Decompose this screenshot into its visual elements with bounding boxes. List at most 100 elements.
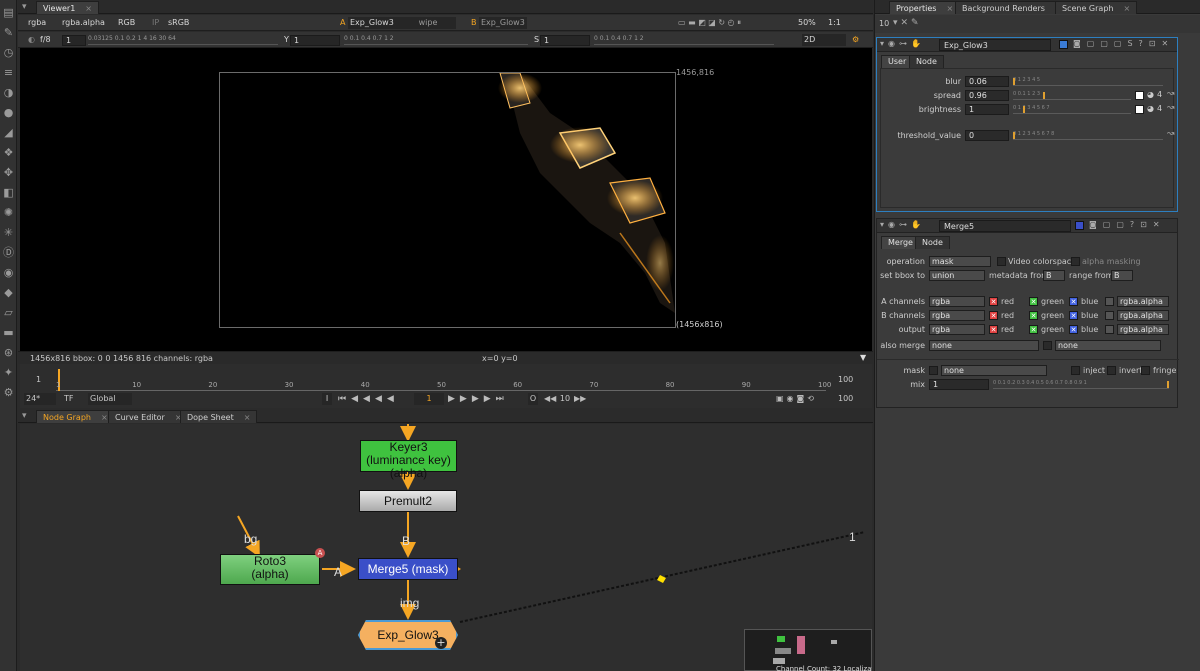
panel-header-right-icons[interactable]: ◙▢▢?⊡✕ bbox=[1089, 220, 1166, 229]
mask-dropdown[interactable]: none bbox=[941, 365, 1047, 376]
threshold-slider[interactable]: 0 1 2 3 4 5 6 7 8 bbox=[1013, 131, 1163, 140]
range-mode-dropdown[interactable]: Global bbox=[88, 393, 132, 405]
panel-header-icons[interactable]: ▾◉⊶✋ bbox=[880, 39, 925, 48]
ip-button[interactable]: IP bbox=[150, 17, 161, 29]
nodes-icon[interactable]: ✦ bbox=[2, 366, 15, 379]
tab-node-graph[interactable]: Node Graph × bbox=[36, 410, 115, 423]
tab-background-renders[interactable]: Background Renders× bbox=[955, 1, 1069, 14]
also-merge-dropdown[interactable]: none bbox=[929, 340, 1039, 351]
tab-properties[interactable]: Properties × bbox=[889, 1, 961, 14]
channel-icon[interactable]: ≡ bbox=[2, 66, 15, 79]
fringe-checkbox[interactable] bbox=[1141, 366, 1150, 375]
invert-checkbox[interactable] bbox=[1107, 366, 1116, 375]
color-wheel-icon[interactable]: ◕ bbox=[1147, 104, 1154, 113]
operation-dropdown[interactable]: mask bbox=[929, 256, 991, 267]
also-merge-checkbox[interactable] bbox=[1043, 341, 1052, 350]
tab-viewer1[interactable]: Viewer1 × bbox=[36, 1, 99, 14]
close-icon[interactable]: × bbox=[1123, 4, 1130, 13]
plus-icon[interactable]: + bbox=[435, 637, 447, 649]
set-bbox-dropdown[interactable]: union bbox=[929, 270, 985, 281]
step-field[interactable]: 10 bbox=[558, 393, 572, 405]
gain-field[interactable]: 1 bbox=[62, 35, 86, 46]
channel-alpha-checkbox[interactable] bbox=[1105, 311, 1114, 320]
channel-dropdown[interactable]: rgba bbox=[929, 324, 985, 335]
transport-back-buttons[interactable]: ⏮◀◀◀◀ bbox=[338, 393, 399, 405]
color-swatch[interactable] bbox=[1075, 221, 1084, 230]
menu-icon[interactable]: ▾ bbox=[22, 2, 27, 12]
metadata-dropdown[interactable]: B bbox=[1043, 270, 1065, 281]
alpha-channel-dropdown[interactable]: rgba.alpha bbox=[60, 17, 107, 29]
display-dropdown[interactable]: RGB bbox=[116, 17, 137, 29]
blur-field[interactable]: 0.06 bbox=[965, 76, 1009, 87]
keyer3-node[interactable]: Keyer3 (luminance key) (alpha) bbox=[360, 440, 457, 480]
tab-curve-editor[interactable]: Curve Editor × bbox=[108, 410, 189, 423]
channel-dropdown[interactable]: rgba bbox=[929, 296, 985, 307]
views-icon[interactable]: Ⓓ bbox=[2, 246, 15, 259]
current-frame-field[interactable]: 1 bbox=[414, 393, 444, 405]
3d-icon[interactable]: ◧ bbox=[2, 186, 15, 199]
merge-icon[interactable]: ❖ bbox=[2, 146, 15, 159]
close-icon[interactable]: × bbox=[101, 413, 108, 422]
saturation-slider[interactable]: 0 0.1 0.4 0.7 1 2 bbox=[594, 34, 774, 45]
end-frame-field[interactable]: 100 bbox=[838, 393, 853, 405]
roi-icon[interactable]: ▭ ▬ ◩ ◪ ↻ ◴ ⏸ bbox=[676, 17, 743, 29]
fstop-dropdown[interactable]: f/8 bbox=[38, 34, 53, 46]
tf-dropdown[interactable]: TF bbox=[64, 393, 74, 405]
spread-field[interactable]: 0.96 bbox=[965, 90, 1009, 101]
playback-mode-icons[interactable]: ▣◉◙⟲ bbox=[776, 393, 817, 405]
channel-alpha-dropdown[interactable]: rgba.alpha bbox=[1117, 296, 1169, 307]
input-a-dropdown[interactable]: Exp_Glow3 bbox=[348, 17, 400, 29]
exposure-icon[interactable]: ◐ bbox=[26, 34, 37, 46]
furnace-icon[interactable]: ▬ bbox=[2, 326, 15, 339]
panel-header-icons[interactable]: ▾◉⊶✋ bbox=[880, 220, 925, 229]
in-point-button[interactable]: I bbox=[322, 393, 332, 405]
channel-blue-checkbox[interactable]: ✕ bbox=[1069, 325, 1078, 334]
time-icon[interactable]: ◷ bbox=[2, 46, 15, 59]
roto3-node[interactable]: Roto3 (alpha) bbox=[220, 554, 320, 585]
channel-alpha-checkbox[interactable] bbox=[1105, 297, 1114, 306]
animation-icon[interactable]: ↝ bbox=[1167, 89, 1175, 99]
spread-num[interactable]: 4 bbox=[1157, 90, 1162, 99]
particles-icon[interactable]: ✺ bbox=[2, 206, 15, 219]
close-icon[interactable]: × bbox=[946, 4, 953, 13]
brightness-field[interactable]: 1 bbox=[965, 104, 1009, 115]
step-forward-icon[interactable]: ▶▶ bbox=[574, 393, 586, 405]
inject-checkbox[interactable] bbox=[1071, 366, 1080, 375]
tab-node[interactable]: Node bbox=[915, 236, 950, 249]
range-dropdown[interactable]: B bbox=[1111, 270, 1133, 281]
brightness-color-swatch[interactable] bbox=[1135, 105, 1144, 114]
image-icon[interactable]: ▤ bbox=[2, 6, 15, 19]
blur-slider[interactable]: 0 1 2 3 4 5 bbox=[1013, 77, 1163, 86]
channel-blue-checkbox[interactable]: ✕ bbox=[1069, 311, 1078, 320]
channel-green-checkbox[interactable]: ✕ bbox=[1029, 325, 1038, 334]
alpha-masking-checkbox[interactable] bbox=[1071, 257, 1080, 266]
channel-dropdown[interactable]: rgba bbox=[929, 310, 985, 321]
node-graph[interactable]: Keyer3 (luminance key) (alpha) Premult2 … bbox=[20, 424, 872, 671]
transport-forward-buttons[interactable]: ▶▶▶▶⏭ bbox=[448, 393, 509, 405]
ratio-dropdown[interactable]: 1:1 bbox=[826, 17, 843, 29]
channel-alpha-dropdown[interactable]: rgba.alpha bbox=[1117, 324, 1169, 335]
deep-icon[interactable]: ✳ bbox=[2, 226, 15, 239]
draw-icon[interactable]: ✎ bbox=[2, 26, 15, 39]
step-back-icon[interactable]: ◀◀ bbox=[544, 393, 556, 405]
animation-icon[interactable]: ↝ bbox=[1167, 129, 1175, 139]
view-mode-dropdown[interactable]: 2D bbox=[802, 34, 846, 46]
metadata-icon[interactable]: ◉ bbox=[2, 266, 15, 279]
color-swatch[interactable] bbox=[1059, 40, 1068, 49]
channels-dropdown[interactable]: rgba bbox=[26, 17, 48, 29]
threshold-field[interactable]: 0 bbox=[965, 130, 1009, 141]
other-icon[interactable]: ▱ bbox=[2, 306, 15, 319]
chevron-down-icon[interactable]: ▼ bbox=[860, 353, 866, 362]
channel-red-checkbox[interactable]: ✕ bbox=[989, 311, 998, 320]
filter-icon[interactable]: ● bbox=[2, 106, 15, 119]
gamma-field[interactable]: 1 bbox=[290, 35, 340, 46]
menu-icon[interactable]: ▾ bbox=[22, 411, 27, 421]
close-icon[interactable]: × bbox=[244, 413, 251, 422]
mix-field[interactable]: 1 bbox=[929, 379, 989, 390]
max-panels-field[interactable]: 10 bbox=[879, 19, 889, 28]
color-icon[interactable]: ◑ bbox=[2, 86, 15, 99]
zoom-dropdown[interactable]: 50% bbox=[796, 17, 818, 29]
channel-red-checkbox[interactable]: ✕ bbox=[989, 297, 998, 306]
toolsets-icon[interactable]: ◆ bbox=[2, 286, 15, 299]
channel-red-checkbox[interactable]: ✕ bbox=[989, 325, 998, 334]
